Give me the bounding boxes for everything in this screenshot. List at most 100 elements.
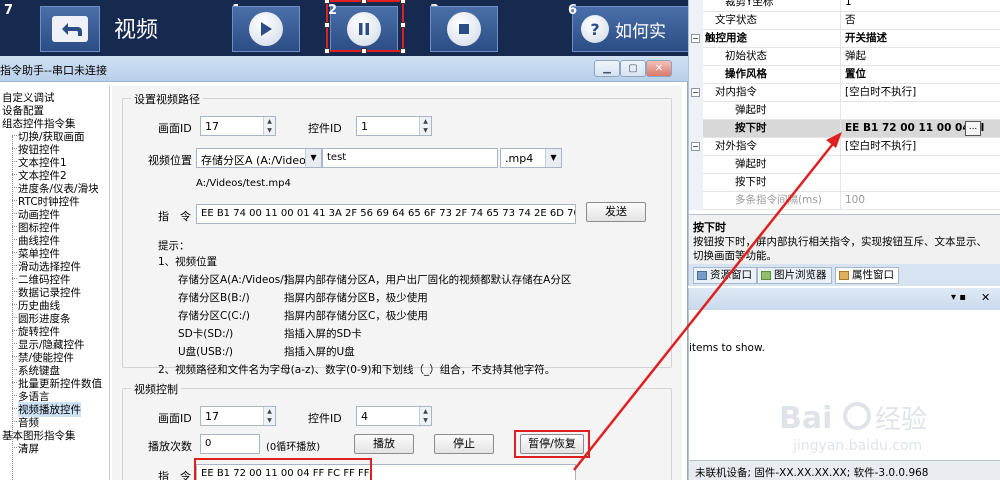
hint-row-desc: 指屏内部存储分区A，用户出厂固化的视频都默认存储在A分区 [284, 274, 572, 286]
ctrl-screen-id-value: 17 [205, 410, 219, 423]
command-panel: 设置视频路径 画面ID 17 ▲ ▼ 控件ID 1 ▲ ▼ 视频位置 存储分区A (… [112, 86, 682, 480]
tab-resource-window[interactable]: 资源窗口 [693, 267, 757, 284]
property-row[interactable]: 初始状态 弹起 [689, 48, 1000, 66]
stop-preview-button[interactable] [430, 6, 498, 52]
property-name: 文字状态 [689, 12, 841, 30]
control-id-stepper[interactable]: 1 ▲ ▼ [356, 116, 432, 136]
hint-row-name: U盘(USB:/) [178, 346, 234, 358]
screen-id-value: 17 [205, 120, 219, 133]
path-command-input[interactable]: EE B1 74 00 11 00 01 41 3A 2F 56 69 64 6… [196, 204, 576, 224]
property-row[interactable]: 弹起时 [689, 102, 1000, 120]
property-name: 按下时 [689, 174, 841, 192]
play-times-value: 0 [205, 438, 212, 449]
file-name-value: test [327, 152, 347, 163]
back-arrow-icon [52, 16, 88, 42]
property-name: 裁剪Y坐标 [689, 0, 841, 12]
property-value: 弹起 [845, 50, 866, 62]
hint-title: 提示： [158, 240, 190, 252]
play-times-note: (0循环播放) [266, 442, 321, 453]
property-row[interactable]: 文字状态否 [689, 12, 1000, 30]
property-row[interactable]: 按下时 [689, 174, 1000, 192]
command-highlight [194, 458, 372, 480]
command-tree: 自定义调试 设备配置 组态控件指令集 切换/获取画面 按钮控件 文本控件1 文本控件2 进度条… [0, 86, 110, 480]
property-value: 100 [845, 194, 866, 206]
property-row[interactable]: − 触控用途 开关描述 [689, 30, 1000, 48]
minimize-button[interactable]: ▁ [594, 60, 620, 77]
help-button[interactable]: ? 如何实 [572, 6, 688, 52]
property-row[interactable]: 操作风格 置位 [689, 66, 1000, 84]
property-row[interactable]: 按下时 EE B1 72 00 11 00 04 FI... [689, 120, 1000, 138]
ctrl-screen-id-stepper[interactable]: 17 ▲ ▼ [200, 406, 276, 426]
screen-id-stepper[interactable]: 17 ▲ ▼ [200, 116, 276, 136]
panel-tabs: 资源窗口 图片浏览器 属性窗口 [688, 264, 1000, 286]
property-value: EE B1 72 00 11 00 04 FI [845, 122, 985, 134]
question-icon: ? [581, 15, 609, 43]
hint-line-2: 2、视频路径和文件名为字母(a-z)、数字(0-9)和下划线（_）组合，不支持其… [158, 364, 556, 376]
maximize-button[interactable]: ▢ [620, 60, 646, 77]
play-times-label: 播放次数 [148, 440, 192, 453]
property-name: 弹起时 [689, 156, 841, 174]
file-name-input[interactable]: test [322, 148, 498, 168]
ctrl-command-label: 指 令 [158, 470, 191, 480]
pause-button-highlight [514, 430, 590, 458]
play-preview-button[interactable] [232, 6, 300, 52]
stop-button[interactable]: 停止 [434, 434, 494, 454]
hint-row-desc: 指插入屏的SD卡 [284, 328, 362, 340]
send-button[interactable]: 发送 [586, 202, 646, 222]
tab-property-window[interactable]: 属性窗口 [835, 267, 899, 284]
label-number-2: 2 [328, 3, 338, 18]
ctrl-screen-id-label: 画面ID [158, 412, 192, 425]
label-number-6: 6 [568, 3, 578, 18]
ctrl-control-id-stepper[interactable]: 4 ▲ ▼ [356, 406, 432, 426]
close-dialog-button[interactable]: ✕ [646, 60, 672, 77]
property-row[interactable]: 裁剪Y坐标 1 [689, 0, 1000, 12]
property-name: 按下时 [689, 120, 841, 138]
pin-icon[interactable]: ▾ ▪ [951, 292, 966, 303]
watermark-brand: Bai [779, 401, 832, 436]
hint-row-name: 存储分区A(A:/Videos/) [178, 274, 288, 286]
back-button[interactable] [40, 6, 100, 52]
output-panel-header: ▾ ▪ ✕ [688, 288, 1000, 310]
video-path-group-title: 设置视频路径 [131, 91, 203, 107]
property-value: [空白时不执行] [845, 86, 917, 98]
file-ext-select[interactable]: .mp4 ▼ [500, 148, 562, 168]
command-assistant-dialog: 指令助手--串口未连接 ▁ ▢ ✕ 自定义调试 设备配置 组态控件指令集 切换/获取画… [0, 56, 688, 480]
play-icon [249, 12, 283, 46]
tab-label: 属性窗口 [852, 269, 894, 281]
full-path-display: A:/Videos/test.mp4 [196, 178, 291, 189]
property-row[interactable]: 多条指令间隔(ms) 100 [689, 192, 1000, 210]
screen-id-label: 画面ID [158, 122, 192, 135]
property-name: 多条指令间隔(ms) [689, 192, 841, 210]
property-name: 触控用途 [689, 30, 841, 48]
play-button[interactable]: 播放 [354, 434, 414, 454]
chevron-down-icon: ▼ [305, 149, 321, 167]
selection-highlight-box [324, 0, 406, 54]
tab-image-browser[interactable]: 图片浏览器 [757, 267, 832, 284]
property-row[interactable]: − 对内指令 [空白时不执行] [689, 84, 1000, 102]
tree-item[interactable]: 清屏 [12, 441, 39, 456]
grid-icon [839, 271, 849, 280]
status-bar: 未联机设备; 固件-XX.XX.XX.XX; 软件-3.0.0.968 [688, 460, 1000, 480]
property-row[interactable]: − 对外指令 [空白时不执行] [689, 138, 1000, 156]
property-name: 对内指令 [689, 84, 841, 102]
property-name: 弹起时 [689, 102, 841, 120]
property-name: 初始状态 [689, 48, 841, 66]
video-location-label: 视频位置 [148, 154, 192, 167]
hint-row-desc: 指屏内部存储分区B，极少使用 [284, 292, 428, 304]
property-value: 开关描述 [845, 32, 887, 44]
property-value: 否 [845, 14, 856, 26]
property-row[interactable]: 弹起时 [689, 156, 1000, 174]
watermark-url: jingyan.baidu.com [792, 438, 922, 454]
hint-row-name: 存储分区C(C:/) [178, 310, 250, 322]
screen-title: 视频 [114, 18, 159, 43]
hint-row-desc: 指屏内部存储分区C，极少使用 [284, 310, 428, 322]
close-icon[interactable]: ✕ [981, 291, 990, 304]
dialog-titlebar[interactable]: 指令助手--串口未连接 ▁ ▢ ✕ [0, 56, 688, 82]
property-grid: 裁剪Y坐标 1 文字状态否 − 触控用途 开关描述 初始状态 弹起 操作风格 置位 − 对内指令 [空白… [688, 0, 1000, 214]
video-location-select[interactable]: 存储分区A (A:/Videos/) ▼ [196, 148, 322, 168]
description-text: 按钮按下时，屏内部执行相关指令，实现按钮互斥、文本显示、切换画面等功能。 [693, 236, 987, 262]
play-times-input[interactable]: 0 [200, 434, 260, 454]
ellipsis-button[interactable]: ... [965, 121, 981, 136]
output-panel: items to show. Bai 经验 jingyan.baidu.com [688, 310, 1000, 460]
watermark-brand2: 经验 [875, 405, 927, 435]
